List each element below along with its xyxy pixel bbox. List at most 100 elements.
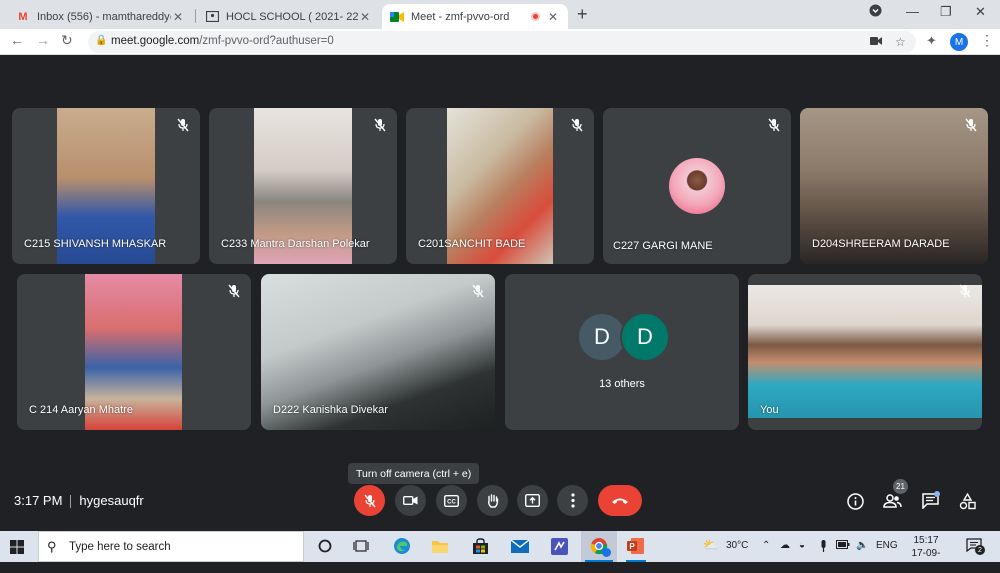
activities-button[interactable]: [957, 491, 977, 511]
clock-time: 15:17: [913, 535, 939, 546]
leave-call-button[interactable]: [598, 485, 642, 516]
gmail-icon: M: [18, 10, 28, 23]
back-arrow-icon[interactable]: ←: [10, 32, 24, 48]
participant-tile[interactable]: C 214 Aaryan Mhatre: [17, 274, 251, 430]
forward-arrow-icon[interactable]: →: [36, 32, 50, 48]
meeting-info: 3:17 PM hygesauqfr: [14, 493, 144, 509]
svg-text:P: P: [629, 542, 635, 551]
lock-icon: 🔒: [95, 35, 108, 46]
chat-dot-icon: [934, 491, 940, 497]
tab-search-icon[interactable]: [869, 4, 882, 20]
chevron-up-icon[interactable]: ⌃: [762, 540, 770, 551]
chat-button[interactable]: [920, 491, 940, 511]
new-tab-button[interactable]: +: [577, 4, 588, 25]
network-icon[interactable]: ◒: [799, 540, 805, 551]
windows-start-icon[interactable]: [10, 540, 24, 554]
participant-tile[interactable]: C201SANCHIT BADE: [406, 108, 594, 264]
meeting-code: hygesauqfr: [79, 493, 144, 508]
meeting-details-button[interactable]: [845, 491, 865, 511]
avatar: D: [620, 312, 670, 362]
microphone-icon[interactable]: [820, 540, 827, 555]
url-field[interactable]: 🔒 meet.google.com/zmf-pvvo-ord?authuser=…: [88, 31, 916, 53]
tab-meet[interactable]: Meet - zmf-pvvo-ord ✕: [382, 4, 568, 29]
divider: [70, 495, 72, 509]
others-tile[interactable]: D D 13 others: [505, 274, 739, 430]
close-icon[interactable]: ✕: [546, 10, 560, 24]
chrome-profile-badge: [602, 548, 611, 557]
tab-classroom[interactable]: HOCL SCHOOL ( 2021- 22) CLASS ✕: [197, 4, 380, 29]
shapes-icon: [959, 492, 976, 509]
participant-tile[interactable]: C215 SHIVANSH MHASKAR: [12, 108, 200, 264]
language-indicator[interactable]: ENG: [876, 540, 898, 551]
more-options-button[interactable]: [557, 485, 588, 516]
taskbar-chrome-active[interactable]: [581, 531, 617, 562]
present-icon: [525, 494, 540, 507]
participant-tile[interactable]: C227 GARGI MANE: [603, 108, 791, 264]
camera-icon[interactable]: [870, 35, 882, 49]
present-screen-button[interactable]: [517, 485, 548, 516]
participant-name: D204SHREERAM DARADE: [812, 238, 950, 250]
meet-icon: [390, 10, 404, 24]
raise-hand-button[interactable]: [477, 485, 508, 516]
mic-off-icon: [959, 284, 971, 298]
close-window-button[interactable]: ✕: [975, 4, 986, 20]
close-icon[interactable]: ✕: [358, 10, 372, 24]
volume-icon[interactable]: 🔈: [856, 540, 868, 551]
address-bar: ← → ↻ 🔒 meet.google.com/zmf-pvvo-ord?aut…: [0, 29, 1000, 55]
reload-icon[interactable]: ↻: [61, 32, 73, 49]
edge-icon[interactable]: [392, 536, 412, 556]
cortana-icon[interactable]: [315, 536, 335, 556]
mic-off-icon: [571, 118, 583, 132]
minimize-button[interactable]: —: [906, 4, 919, 19]
tab-gmail[interactable]: M Inbox (556) - mamthareddy@me ✕: [8, 4, 193, 29]
mic-off-icon: [965, 118, 977, 132]
camera-tooltip: Turn off camera (ctrl + e): [348, 463, 480, 484]
temperature[interactable]: 30°C: [726, 540, 748, 551]
participant-tile[interactable]: D204SHREERAM DARADE: [800, 108, 988, 264]
close-icon[interactable]: ✕: [171, 10, 185, 24]
clock[interactable]: 15:17 17-09-2021: [904, 534, 948, 573]
task-view-icon[interactable]: [351, 536, 371, 556]
avatar[interactable]: M: [950, 33, 968, 51]
windows-taskbar: ⚲ Type here to search P ⛅ 30°C ⌃ ☁ ◒ 🔈 E…: [0, 531, 1000, 572]
mic-off-icon: [472, 284, 484, 298]
meeting-controls-bar: 3:17 PM hygesauqfr Turn off camera (ctrl …: [0, 455, 1000, 531]
avatar: [669, 158, 725, 214]
mic-off-icon: [363, 494, 376, 507]
browser-tab-bar: M Inbox (556) - mamthareddy@me ✕ HOCL SC…: [0, 0, 1000, 29]
taskbar-search-input[interactable]: ⚲ Type here to search: [38, 531, 304, 562]
participant-name: C227 GARGI MANE: [613, 240, 713, 252]
participant-tile[interactable]: C233 Mantra Darshan Polekar: [209, 108, 397, 264]
mail-icon[interactable]: [510, 536, 530, 556]
participant-tile-self[interactable]: You: [748, 274, 982, 430]
people-button[interactable]: [882, 491, 902, 511]
bookmark-star-icon[interactable]: ☆: [895, 35, 906, 49]
weather-icon[interactable]: ⛅: [703, 538, 718, 552]
tab-title: Inbox (556) - mamthareddy@me: [37, 10, 171, 23]
file-explorer-icon[interactable]: [430, 536, 450, 556]
participant-video: [748, 285, 982, 418]
call-end-icon: [612, 498, 628, 504]
store-icon[interactable]: [470, 536, 490, 556]
participant-tile[interactable]: D222 Kanishka Divekar: [261, 274, 495, 430]
url-host: meet.google.com: [111, 35, 200, 47]
notifications-button[interactable]: 2: [966, 538, 985, 555]
restore-button[interactable]: ❐: [940, 4, 952, 20]
powerpoint-icon[interactable]: P: [626, 536, 646, 562]
closed-captions-icon: CC: [444, 494, 459, 507]
battery-icon[interactable]: [836, 540, 850, 552]
mic-off-icon: [177, 118, 189, 132]
info-icon: [846, 492, 864, 510]
classroom-icon: [205, 10, 219, 24]
others-count: 13 others: [599, 378, 645, 390]
menu-icon[interactable]: ⋮: [980, 32, 994, 49]
camera-toggle-button[interactable]: [395, 485, 426, 516]
extensions-icon[interactable]: ✦: [926, 33, 937, 49]
whiteboard-icon[interactable]: [549, 536, 569, 556]
mic-toggle-button[interactable]: [354, 485, 385, 516]
mic-off-icon: [228, 284, 240, 298]
url-text: meet.google.com/zmf-pvvo-ord?authuser=0: [111, 35, 334, 47]
clock-date: 17-09-2021: [911, 548, 941, 572]
cloud-icon[interactable]: ☁: [780, 540, 790, 551]
captions-button[interactable]: CC: [436, 485, 467, 516]
